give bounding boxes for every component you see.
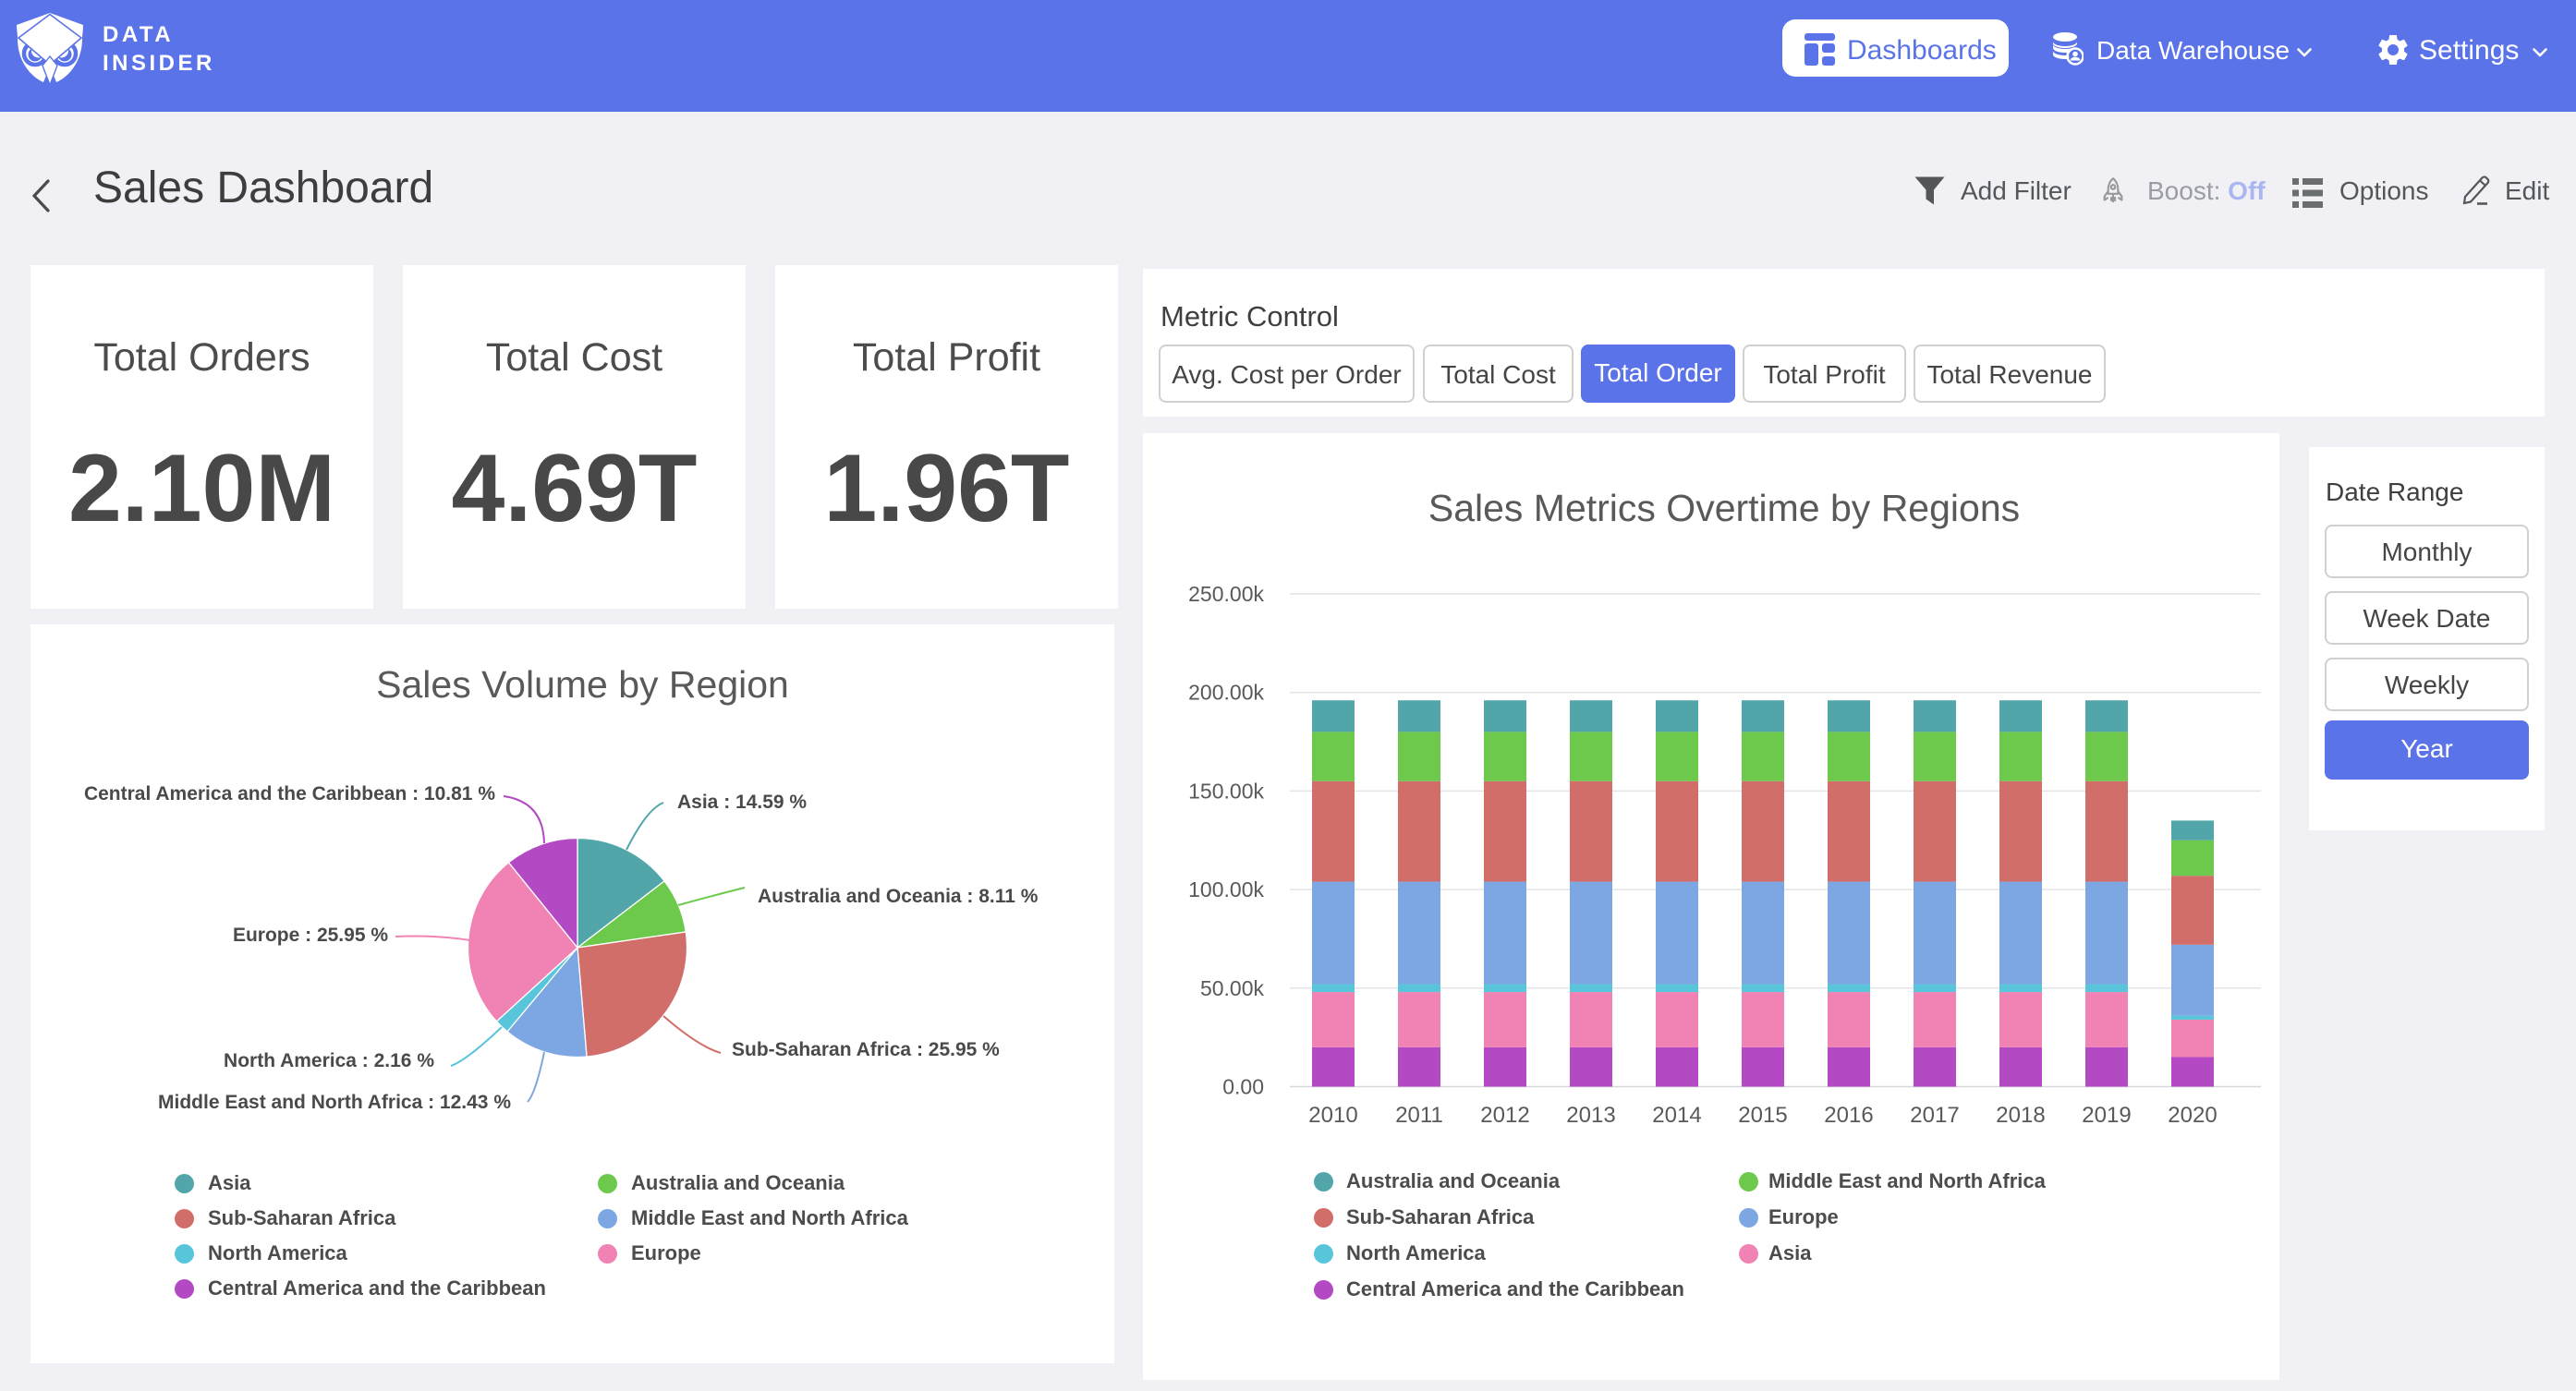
svg-text:2011: 2011 [1395, 1103, 1443, 1128]
svg-text:150.00k: 150.00k [1188, 779, 1264, 803]
svg-text:2017: 2017 [1910, 1103, 1959, 1128]
svg-text:0.00: 0.00 [1222, 1075, 1264, 1099]
svg-text:2015: 2015 [1738, 1103, 1787, 1128]
svg-text:2012: 2012 [1480, 1103, 1529, 1128]
svg-text:100.00k: 100.00k [1188, 877, 1264, 901]
svg-text:50.00k: 50.00k [1200, 976, 1265, 1000]
svg-text:2016: 2016 [1824, 1103, 1873, 1128]
svg-text:200.00k: 200.00k [1188, 681, 1264, 705]
svg-text:250.00k: 250.00k [1188, 582, 1264, 606]
svg-text:2013: 2013 [1566, 1103, 1615, 1128]
svg-text:2019: 2019 [2082, 1103, 2131, 1128]
svg-text:2014: 2014 [1652, 1103, 1701, 1128]
svg-text:2010: 2010 [1308, 1103, 1357, 1128]
svg-text:2020: 2020 [2168, 1103, 2217, 1128]
svg-text:2018: 2018 [1996, 1103, 2045, 1128]
